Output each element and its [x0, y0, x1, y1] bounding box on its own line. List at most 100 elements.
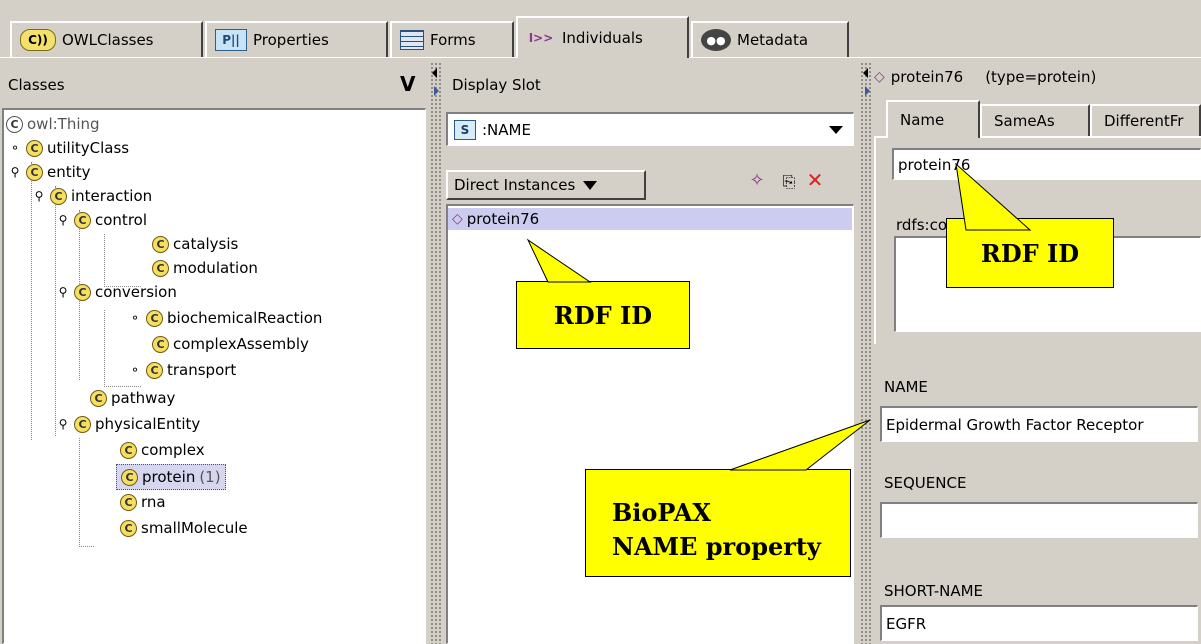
class-icon: C	[120, 493, 137, 511]
rdf-id-field[interactable]: protein76	[892, 148, 1201, 180]
class-icon: C	[74, 211, 91, 229]
collapse-left-icon[interactable]	[432, 68, 437, 78]
individual-icon: ◇	[452, 211, 463, 227]
sequence-property-label: SEQUENCE	[884, 474, 967, 492]
tab-label: Properties	[253, 31, 329, 49]
class-icon: C	[26, 163, 43, 181]
form-tab-label: DifferentFr	[1104, 112, 1184, 130]
callout-text: BioPAX	[612, 498, 711, 527]
name-property-value: Epidermal Growth Factor Receptor	[886, 415, 1144, 434]
tab-forms[interactable]: Forms	[390, 21, 514, 57]
expand-right-icon[interactable]	[865, 86, 870, 96]
callout-rdf-id-middle: RDF ID	[516, 281, 690, 349]
instance-label: protein76	[466, 210, 540, 228]
tree-node-biochemicalreaction[interactable]: ⚬ C biochemicalReaction	[128, 306, 322, 330]
tree-node-label: conversion	[95, 283, 177, 301]
collapse-handle-icon[interactable]: ⚲	[32, 189, 46, 203]
callout-text: RDF ID	[553, 300, 653, 330]
class-icon: C	[6, 115, 23, 133]
tree-node-entity[interactable]: ⚲ C entity	[8, 160, 91, 184]
collapse-handle-icon[interactable]: ⚲	[8, 165, 22, 179]
class-icon: C	[152, 259, 169, 277]
tree-node-rna[interactable]: C rna	[120, 490, 166, 514]
tab-metadata[interactable]: ●● Metadata	[691, 21, 849, 57]
tab-sameas[interactable]: SameAs	[980, 104, 1090, 136]
tree-node-label: physicalEntity	[95, 415, 201, 433]
tree-node-transport[interactable]: ⚬ C transport	[128, 358, 236, 382]
instance-header-type: (type=protein)	[985, 68, 1097, 86]
panel-splitter[interactable]	[430, 62, 442, 644]
properties-icon: P||	[215, 29, 247, 51]
tree-line	[79, 438, 94, 547]
short-name-property-field[interactable]: EGFR	[880, 605, 1198, 641]
tree-node-label: utilityClass	[47, 139, 130, 157]
tab-bar: C)) OWLClasses P|| Properties Forms I>> …	[0, 0, 1201, 58]
expand-right-icon[interactable]	[434, 86, 439, 96]
class-icon: C	[120, 519, 137, 537]
class-icon: C	[120, 441, 137, 459]
collapse-handle-icon[interactable]: ⚲	[56, 213, 70, 227]
callout-text: RDF ID	[980, 238, 1080, 268]
create-instance-icon[interactable]: ✧	[746, 170, 768, 191]
tree-node-utilityclass[interactable]: ⚬ C utilityClass	[8, 136, 129, 160]
short-name-property-value: EGFR	[886, 614, 927, 633]
tree-node-catalysis[interactable]: C catalysis	[152, 232, 238, 256]
copy-instance-icon[interactable]: ⎘	[778, 172, 800, 192]
tree-node-protein[interactable]: C protein (1)	[116, 464, 226, 490]
tab-differentfrom[interactable]: DifferentFr	[1090, 104, 1201, 136]
class-icon: C	[74, 415, 91, 433]
tab-owlclasses[interactable]: C)) OWLClasses	[10, 21, 203, 57]
expand-handle-icon[interactable]: ⚬	[8, 141, 22, 155]
name-property-field[interactable]: Epidermal Growth Factor Receptor	[880, 406, 1198, 442]
tree-node-smallmolecule[interactable]: C smallMolecule	[120, 516, 248, 540]
tree-node-label: interaction	[71, 187, 153, 205]
collapse-handle-icon[interactable]: ⚲	[56, 285, 70, 299]
tree-node-complex[interactable]: C complex	[120, 438, 205, 462]
direct-instances-dropdown[interactable]: Direct Instances	[446, 170, 646, 200]
classes-title: Classes	[8, 76, 65, 94]
dropdown-arrow-icon[interactable]	[829, 125, 843, 134]
tree-node-label: smallMolecule	[141, 519, 248, 537]
display-slot-select[interactable]: S :NAME	[446, 112, 854, 146]
expand-handle-icon[interactable]: ⚬	[128, 311, 142, 325]
view-toggle-button[interactable]: V	[400, 72, 415, 96]
tree-node-complexassembly[interactable]: C complexAssembly	[152, 332, 309, 356]
tree-node-label: control	[95, 211, 147, 229]
expand-handle-icon[interactable]: ⚬	[128, 363, 142, 377]
sequence-property-field[interactable]	[880, 502, 1198, 538]
tree-node-label: rna	[141, 493, 166, 511]
tree-node-interaction[interactable]: ⚲ C interaction	[32, 184, 153, 208]
tree-node-pathway[interactable]: C pathway	[90, 386, 175, 410]
dropdown-arrow-icon	[583, 180, 598, 190]
tab-individuals[interactable]: I>> Individuals	[516, 16, 689, 58]
tree-node-physicalentity[interactable]: ⚲ C physicalEntity	[56, 412, 201, 436]
tree-node-modulation[interactable]: C modulation	[152, 256, 258, 280]
collapse-handle-icon[interactable]: ⚲	[56, 417, 70, 431]
class-icon: C	[152, 335, 169, 353]
tree-node-control[interactable]: ⚲ C control	[56, 208, 147, 232]
tree-node-label: catalysis	[173, 235, 239, 253]
delete-instance-icon[interactable]: ✕	[804, 168, 826, 192]
tab-label: Forms	[430, 31, 476, 49]
tab-properties[interactable]: P|| Properties	[205, 21, 388, 57]
tree-node-label: transport	[167, 361, 237, 379]
slot-icon: S	[454, 119, 476, 140]
tab-name[interactable]: Name	[886, 100, 980, 138]
class-icon: C	[50, 187, 67, 205]
callout-rdf-id-right: RDF ID	[946, 218, 1114, 288]
tree-node-conversion[interactable]: ⚲ C conversion	[56, 280, 177, 304]
display-slot-label: Display Slot	[452, 76, 541, 94]
display-slot-value: :NAME	[482, 120, 531, 139]
tree-node-label: protein	[142, 468, 196, 486]
panel-splitter[interactable]	[860, 62, 872, 644]
collapse-left-icon[interactable]	[863, 68, 868, 78]
tree-node-owl-thing[interactable]: C owl:Thing	[6, 112, 100, 136]
list-item-protein76[interactable]: ◇ protein76	[448, 208, 852, 230]
rdf-id-value: protein76	[898, 155, 971, 174]
instance-header: ◇ protein76 (type=protein)	[874, 68, 1096, 86]
individual-icon: ◇	[874, 69, 885, 85]
class-icon: C	[74, 283, 91, 301]
individuals-icon: I>>	[528, 31, 554, 45]
tree-node-label: entity	[47, 163, 91, 181]
class-icon: C	[90, 389, 107, 407]
